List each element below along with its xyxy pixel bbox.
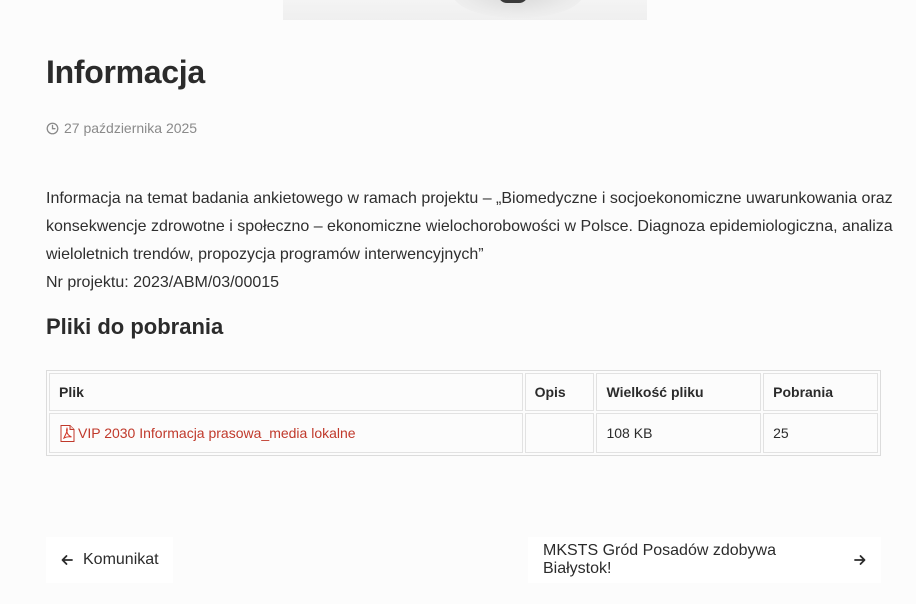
downloads-table: Plik Opis Wielkość pliku Pobrania VIP 20… [46,370,881,456]
table-row: VIP 2030 Informacja prasowa_media lokaln… [49,413,878,453]
file-cell: VIP 2030 Informacja prasowa_media lokaln… [49,413,523,453]
column-header-file: Plik [49,373,523,411]
pdf-icon [59,424,76,442]
post-date: 27 października 2025 [46,120,197,136]
file-size-cell: 108 KB [596,413,762,453]
column-header-size: Wielkość pliku [596,373,762,411]
previous-post-label: Komunikat [83,551,159,568]
post-paragraph: Informacja na temat badania ankietowego … [46,190,893,263]
previous-post-link[interactable]: Komunikat [46,537,173,583]
project-number: Nr projektu: 2023/ABM/03/00015 [46,274,280,291]
column-header-description: Opis [524,373,595,411]
arrow-right-icon [854,554,866,566]
next-post-link[interactable]: MKSTS Gród Posadów zdobywa Białystok! [528,537,881,583]
next-post-label: MKSTS Gród Posadów zdobywa Białystok! [543,542,776,577]
downloads-title: Pliki do pobrania [46,314,224,339]
column-header-downloads: Pobrania [763,373,878,411]
file-download-link[interactable]: VIP 2030 Informacja prasowa_media lokaln… [78,425,356,441]
post-content: Informacja na temat badania ankietowego … [46,185,896,297]
arrow-left-icon [61,554,73,566]
page-title: Informacja [46,54,205,90]
download-count-cell: 25 [763,413,878,453]
table-header-row: Plik Opis Wielkość pliku Pobrania [49,373,878,411]
post-date-text: 27 października 2025 [64,120,198,136]
clock-icon [46,122,59,135]
featured-image [283,0,647,20]
file-description-cell [524,413,595,453]
